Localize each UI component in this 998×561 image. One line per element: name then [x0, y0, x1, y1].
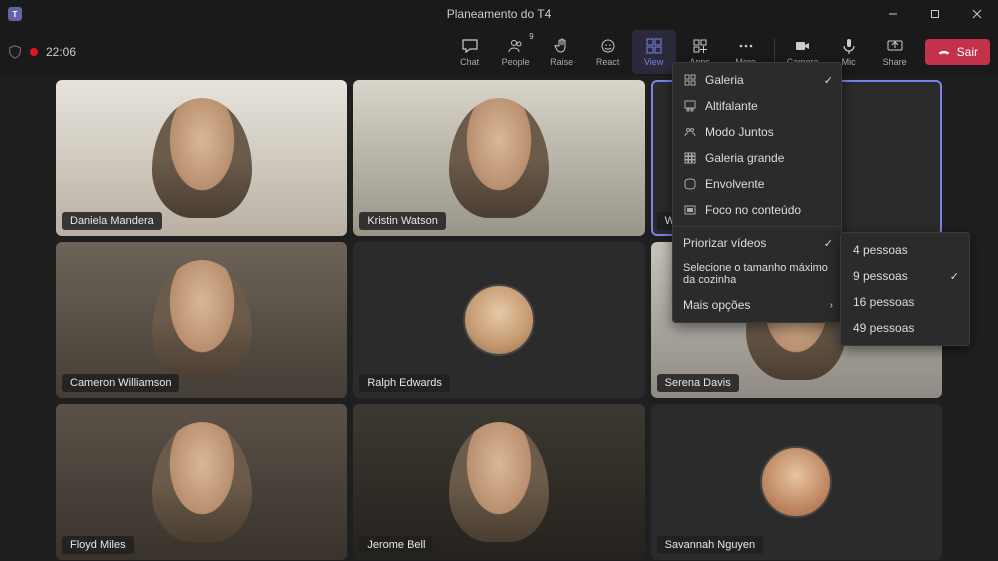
participant-video: [152, 98, 252, 218]
window-maximize-button[interactable]: [914, 0, 956, 28]
react-button[interactable]: React: [586, 30, 630, 74]
participant-name: Kristin Watson: [359, 212, 446, 230]
hangup-icon: [937, 45, 951, 59]
participant-tile[interactable]: Kristin Watson: [353, 80, 644, 236]
people-icon: [507, 37, 525, 55]
menu-label: 4 pessoas: [853, 243, 908, 257]
participant-tile[interactable]: Jerome Bell: [353, 404, 644, 560]
menu-label: 9 pessoas: [853, 269, 908, 283]
raise-hand-icon: [553, 37, 571, 55]
participant-name: Serena Davis: [657, 374, 739, 392]
menu-label: Selecione o tamanho máximo da cozinha: [683, 262, 831, 286]
view-option-large-gallery[interactable]: Galeria grande: [673, 145, 841, 171]
view-option-immersive[interactable]: Envolvente: [673, 171, 841, 197]
meeting-toolbar: 22:06 Chat 9 People Raise React View App…: [0, 28, 998, 76]
participant-video: [449, 98, 549, 218]
participant-tile[interactable]: Floyd Miles: [56, 404, 347, 560]
privacy-shield-icon: [8, 45, 22, 59]
participant-name: Cameron Williamson: [62, 374, 179, 392]
more-icon: [737, 37, 755, 55]
view-button[interactable]: View: [632, 30, 676, 74]
size-option-16[interactable]: 16 pessoas: [841, 289, 969, 315]
share-button[interactable]: Share: [873, 30, 917, 74]
participant-name: Savannah Nguyen: [657, 536, 764, 554]
large-gallery-icon: [683, 151, 697, 165]
window-titlebar: T Planeamento do T4: [0, 0, 998, 28]
immersive-icon: [683, 177, 697, 191]
participant-name: Jerome Bell: [359, 536, 433, 554]
view-label: View: [644, 57, 663, 67]
view-option-more-options[interactable]: Mais opções ›: [673, 292, 841, 318]
apps-icon: [691, 37, 709, 55]
menu-label: Altifalante: [705, 99, 758, 113]
teams-app-icon: T: [8, 7, 22, 21]
checkmark-icon: ✓: [950, 270, 959, 283]
window-minimize-button[interactable]: [872, 0, 914, 28]
chat-button[interactable]: Chat: [448, 30, 492, 74]
participant-name: Floyd Miles: [62, 536, 134, 554]
menu-label: Galeria grande: [705, 151, 784, 165]
raise-label: Raise: [550, 57, 573, 67]
together-icon: [683, 125, 697, 139]
people-label: People: [502, 57, 530, 67]
leave-label: Sair: [957, 45, 978, 59]
chat-icon: [461, 37, 479, 55]
focus-content-icon: [683, 203, 697, 217]
participant-tile[interactable]: Daniela Mandera: [56, 80, 347, 236]
recording-indicator-icon: [30, 48, 38, 56]
gallery-icon: [683, 73, 697, 87]
menu-label: Envolvente: [705, 177, 764, 191]
gallery-size-submenu: 4 pessoas 9 pessoas ✓ 16 pessoas 49 pess…: [840, 232, 970, 346]
leave-button[interactable]: Sair: [925, 39, 990, 65]
participant-tile[interactable]: Cameron Williamson: [56, 242, 347, 398]
menu-label: 49 pessoas: [853, 321, 914, 335]
people-button[interactable]: 9 People: [494, 30, 538, 74]
size-option-4[interactable]: 4 pessoas: [841, 237, 969, 263]
participant-tile[interactable]: Ralph Edwards: [353, 242, 644, 398]
participant-video: [152, 260, 252, 380]
menu-separator: [673, 226, 841, 227]
camera-icon: [794, 37, 812, 55]
menu-label: Modo Juntos: [705, 125, 774, 139]
view-option-speaker[interactable]: Altifalante: [673, 93, 841, 119]
view-option-gallery[interactable]: Galeria ✓: [673, 67, 841, 93]
view-option-select-size[interactable]: Selecione o tamanho máximo da cozinha: [673, 256, 841, 292]
react-label: React: [596, 57, 620, 67]
participant-avatar: [760, 446, 832, 518]
participant-name: Ralph Edwards: [359, 374, 450, 392]
mic-icon: [840, 37, 858, 55]
people-count-badge: 9: [529, 32, 533, 41]
view-dropdown: Galeria ✓ Altifalante Modo Juntos Galeri…: [672, 62, 842, 323]
size-option-9[interactable]: 9 pessoas ✓: [841, 263, 969, 289]
view-icon: [645, 37, 663, 55]
menu-label: Galeria: [705, 73, 744, 87]
react-icon: [599, 37, 617, 55]
chevron-right-icon: ›: [830, 300, 833, 311]
view-option-together[interactable]: Modo Juntos: [673, 119, 841, 145]
speaker-icon: [683, 99, 697, 113]
window-close-button[interactable]: [956, 0, 998, 28]
participant-video: [152, 422, 252, 542]
share-label: Share: [883, 57, 907, 67]
checkmark-icon: ✓: [824, 237, 833, 250]
window-title: Planeamento do T4: [447, 7, 552, 21]
share-icon: [886, 37, 904, 55]
participant-tile[interactable]: Savannah Nguyen: [651, 404, 942, 560]
mic-label: Mic: [842, 57, 856, 67]
size-option-49[interactable]: 49 pessoas: [841, 315, 969, 341]
checkmark-icon: ✓: [824, 74, 833, 87]
participant-avatar: [463, 284, 535, 356]
view-option-prioritize-videos[interactable]: Priorizar vídeos ✓: [673, 230, 841, 256]
participant-video: [449, 422, 549, 542]
chat-label: Chat: [460, 57, 479, 67]
view-option-focus-content[interactable]: Foco no conteúdo: [673, 197, 841, 223]
menu-label: Foco no conteúdo: [705, 203, 801, 217]
menu-label: Mais opções: [683, 298, 750, 312]
menu-label: 16 pessoas: [853, 295, 914, 309]
participant-name: Daniela Mandera: [62, 212, 162, 230]
meeting-duration: 22:06: [46, 45, 76, 59]
menu-label: Priorizar vídeos: [683, 236, 766, 250]
raise-hand-button[interactable]: Raise: [540, 30, 584, 74]
